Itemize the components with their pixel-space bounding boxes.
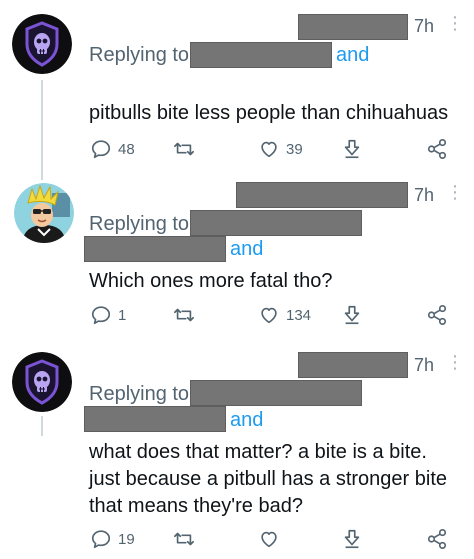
tweet-text-line: just because a pitbull has a stronger bi… xyxy=(89,468,447,490)
download-icon[interactable] xyxy=(341,138,363,160)
avatar-skull-shield[interactable] xyxy=(12,352,72,412)
more-icon[interactable]: ⋮ xyxy=(446,13,464,34)
tweet-text-line: that means they're bad? xyxy=(89,495,303,517)
avatar-skull-shield[interactable] xyxy=(12,14,72,74)
share-icon[interactable] xyxy=(426,528,448,550)
redacted-username xyxy=(236,182,408,208)
reply-icon[interactable] xyxy=(90,528,112,550)
timestamp[interactable]: 7h xyxy=(414,185,434,206)
and-link[interactable]: and xyxy=(230,409,263,432)
tweet-text-line: pitbulls bite less people than chihuahua… xyxy=(89,102,449,124)
share-icon[interactable] xyxy=(426,304,448,326)
redacted-handle xyxy=(84,236,226,262)
more-icon[interactable]: ⋮ xyxy=(446,352,464,373)
replying-to-label: Replying to xyxy=(89,213,190,235)
avatar-cartoon[interactable] xyxy=(14,183,74,243)
replying-to-label: Replying to xyxy=(89,383,190,405)
reply-count: 19 xyxy=(118,531,135,548)
like-icon[interactable] xyxy=(258,304,280,326)
download-icon[interactable] xyxy=(341,528,363,550)
skull-shield-icon xyxy=(12,14,72,74)
share-icon[interactable] xyxy=(426,138,448,160)
tweet-text-line: Which ones more fatal tho? xyxy=(89,270,333,292)
tweet-text-line: what does that matter? a bite is a bite. xyxy=(89,441,427,463)
reply-icon[interactable] xyxy=(90,304,112,326)
like-icon[interactable] xyxy=(258,528,280,550)
and-link[interactable]: and xyxy=(336,44,369,67)
redacted-username xyxy=(298,14,408,40)
skull-shield-icon xyxy=(12,352,72,412)
retweet-icon[interactable] xyxy=(172,304,196,326)
reply-icon[interactable] xyxy=(90,138,112,160)
thread-line xyxy=(41,80,43,180)
like-count: 39 xyxy=(286,141,303,158)
redacted-handle xyxy=(190,42,332,68)
timestamp[interactable]: 7h xyxy=(414,16,434,37)
reply-count: 1 xyxy=(118,307,127,324)
thread-line xyxy=(41,416,43,436)
retweet-icon[interactable] xyxy=(172,138,196,160)
redacted-handle xyxy=(84,406,226,432)
redacted-username xyxy=(298,352,408,378)
redacted-handle xyxy=(190,380,362,406)
timestamp[interactable]: 7h xyxy=(414,355,434,376)
and-link[interactable]: and xyxy=(230,238,263,261)
retweet-icon[interactable] xyxy=(172,528,196,550)
like-count: 134 xyxy=(286,307,312,324)
cartoon-avatar-icon xyxy=(14,183,74,243)
redacted-handle xyxy=(190,210,362,236)
replying-to-label: Replying to xyxy=(89,44,190,66)
download-icon[interactable] xyxy=(341,304,363,326)
like-icon[interactable] xyxy=(258,138,280,160)
more-icon[interactable]: ⋮ xyxy=(446,182,464,203)
reply-count: 48 xyxy=(118,141,135,158)
